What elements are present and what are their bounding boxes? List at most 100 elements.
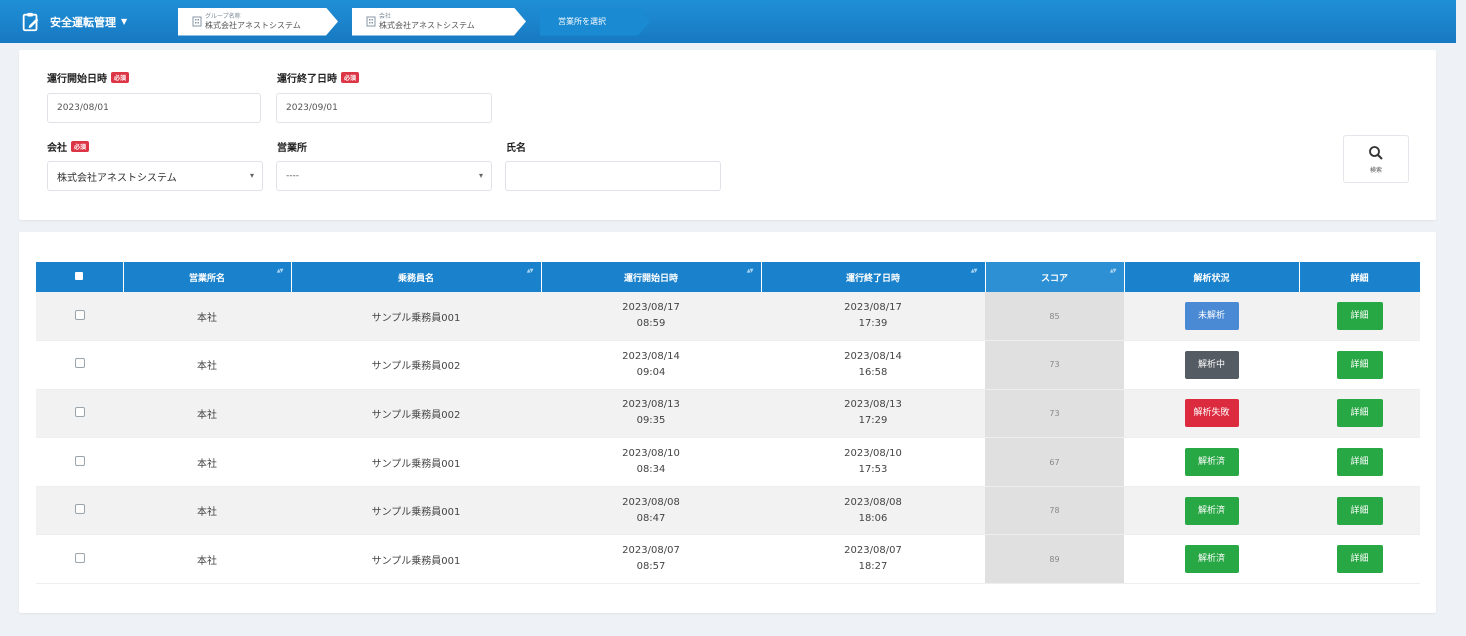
- end-datetime-field[interactable]: 2023/09/01: [276, 93, 492, 123]
- office-name: 本社: [197, 458, 217, 470]
- column-header-status: 解析状況: [1124, 262, 1300, 292]
- row-select-cell: [36, 437, 123, 487]
- column-header-label: 解析状況: [1193, 273, 1230, 284]
- column-header-end[interactable]: 運行終了日時 ▲▼: [761, 262, 986, 292]
- start-date: 2023/08/08: [622, 496, 680, 508]
- name-input[interactable]: [505, 161, 721, 191]
- breadcrumb-label: 株式会社アネストシステム: [379, 20, 475, 30]
- score-value: 78: [1049, 506, 1060, 516]
- breadcrumb-group[interactable]: グループ名称 株式会社アネストシステム: [178, 8, 338, 36]
- score-cell: 73: [985, 340, 1124, 390]
- start-datetime-cell: 2023/08/10 08:34: [541, 437, 761, 487]
- start-date: 2023/08/10: [622, 448, 680, 460]
- status-badge[interactable]: 未解析: [1184, 302, 1239, 331]
- start-date: 2023/08/17: [622, 302, 680, 314]
- status-cell: 解析済: [1124, 534, 1299, 585]
- search-button[interactable]: 検索: [1343, 135, 1409, 183]
- detail-button[interactable]: 詳細: [1336, 448, 1383, 477]
- status-cell: 解析失敗: [1124, 389, 1299, 439]
- sort-icon[interactable]: ▲▼: [527, 268, 534, 274]
- table-row: 本社 サンプル乗務員002 2023/08/13 09:35 2023/08/13 17:…: [36, 389, 1420, 439]
- score-value: 85: [1049, 311, 1060, 321]
- score-value: 67: [1049, 457, 1060, 467]
- building-icon: [192, 16, 202, 27]
- app-title: 安全運転管理: [50, 15, 116, 29]
- start-datetime-cell: 2023/08/17 08:59: [541, 292, 761, 342]
- row-select-cell: [36, 486, 123, 536]
- driver-cell: サンプル乗務員002: [291, 340, 541, 390]
- status-badge[interactable]: 解析中: [1184, 350, 1239, 379]
- sort-icon[interactable]: ▲▼: [277, 268, 284, 274]
- company-select-value: 株式会社アネストシステム: [57, 172, 177, 184]
- table-row: 本社 サンプル乗務員001 2023/08/07 08:57 2023/08/07 18:…: [36, 534, 1420, 585]
- end-date: 2023/08/08: [844, 496, 902, 508]
- results-panel: 営業所名 ▲▼ 乗務員名 ▲▼ 運行開始日時 ▲▼ 運行終了日時 ▲▼ スコア ▲▼ 解析…: [19, 232, 1436, 613]
- sort-icon[interactable]: ▲▼: [971, 268, 978, 274]
- company-select[interactable]: 株式会社アネストシステム: [47, 161, 263, 191]
- status-cell: 未解析: [1124, 292, 1299, 342]
- sort-icon[interactable]: ▲▼: [1110, 268, 1117, 274]
- row-checkbox[interactable]: [74, 552, 85, 563]
- row-checkbox[interactable]: [74, 309, 85, 320]
- status-badge[interactable]: 解析失敗: [1184, 399, 1239, 428]
- detail-button[interactable]: 詳細: [1336, 302, 1383, 331]
- status-badge[interactable]: 解析済: [1184, 545, 1239, 574]
- row-checkbox[interactable]: [74, 455, 85, 466]
- app-menu[interactable]: 安全運転管理 ▼: [0, 0, 178, 43]
- status-badge[interactable]: 解析済: [1184, 448, 1239, 477]
- driver-cell: サンプル乗務員001: [291, 437, 541, 487]
- breadcrumb-office[interactable]: 営業所を選択: [540, 8, 650, 36]
- search-icon: [1369, 145, 1383, 160]
- column-header-score[interactable]: スコア ▲▼: [985, 262, 1125, 292]
- office-label: 営業所: [277, 139, 307, 154]
- start-date: 2023/08/07: [622, 545, 680, 557]
- row-select-cell: [36, 534, 123, 585]
- status-badge[interactable]: 解析済: [1184, 496, 1239, 525]
- column-header-label: スコア: [1040, 273, 1068, 284]
- start-datetime-cell: 2023/08/08 08:47: [541, 486, 761, 536]
- column-header-detail: 詳細: [1299, 262, 1421, 292]
- office-select[interactable]: ----: [276, 161, 492, 191]
- sort-icon[interactable]: ▲▼: [747, 268, 754, 274]
- office-label-text: 営業所: [277, 143, 307, 154]
- start-datetime-field[interactable]: 2023/08/01: [47, 93, 261, 123]
- driver-name: サンプル乗務員002: [371, 409, 461, 421]
- start-date: 2023/08/13: [622, 399, 680, 411]
- detail-cell: 詳細: [1299, 340, 1420, 390]
- column-header-start[interactable]: 運行開始日時 ▲▼: [541, 262, 762, 292]
- name-label-text: 氏名: [506, 143, 526, 154]
- office-cell: 本社: [123, 340, 291, 390]
- end-datetime-label-text: 運行終了日時: [277, 74, 337, 85]
- end-datetime-cell: 2023/08/10 17:53: [761, 437, 985, 487]
- row-checkbox[interactable]: [74, 406, 85, 417]
- end-time: 17:39: [858, 318, 888, 330]
- office-cell: 本社: [123, 534, 291, 585]
- detail-button[interactable]: 詳細: [1336, 545, 1383, 574]
- office-name: 本社: [197, 507, 217, 519]
- select-all-checkbox[interactable]: [75, 271, 84, 280]
- column-header-driver[interactable]: 乗務員名 ▲▼: [291, 262, 542, 292]
- detail-button[interactable]: 詳細: [1336, 399, 1383, 428]
- breadcrumb-label: 営業所を選択: [558, 16, 606, 26]
- start-datetime-cell: 2023/08/07 08:57: [541, 534, 761, 585]
- start-time: 08:34: [636, 464, 666, 476]
- row-checkbox[interactable]: [74, 504, 85, 515]
- column-header-office[interactable]: 営業所名 ▲▼: [123, 262, 292, 292]
- row-checkbox[interactable]: [74, 358, 85, 369]
- detail-cell: 詳細: [1299, 389, 1420, 439]
- table-body: 本社 サンプル乗務員001 2023/08/17 08:59 2023/08/17 17:…: [36, 292, 1420, 585]
- table-row: 本社 サンプル乗務員001 2023/08/10 08:34 2023/08/10 17:…: [36, 437, 1420, 487]
- detail-button[interactable]: 詳細: [1336, 350, 1383, 379]
- search-button-label: 検索: [1369, 166, 1382, 174]
- driver-name: サンプル乗務員001: [371, 458, 461, 470]
- row-select-cell: [36, 340, 123, 390]
- end-datetime-cell: 2023/08/17 17:39: [761, 292, 985, 342]
- detail-button[interactable]: 詳細: [1336, 496, 1383, 525]
- end-datetime-cell: 2023/08/07 18:27: [761, 534, 985, 585]
- breadcrumb-company[interactable]: 会社 株式会社アネストシステム: [352, 8, 526, 36]
- score-value: 73: [1049, 360, 1060, 370]
- row-select-cell: [36, 292, 123, 342]
- column-header-label: 営業所名: [188, 273, 225, 284]
- office-select-value: ----: [286, 171, 299, 181]
- end-time: 17:29: [858, 415, 888, 427]
